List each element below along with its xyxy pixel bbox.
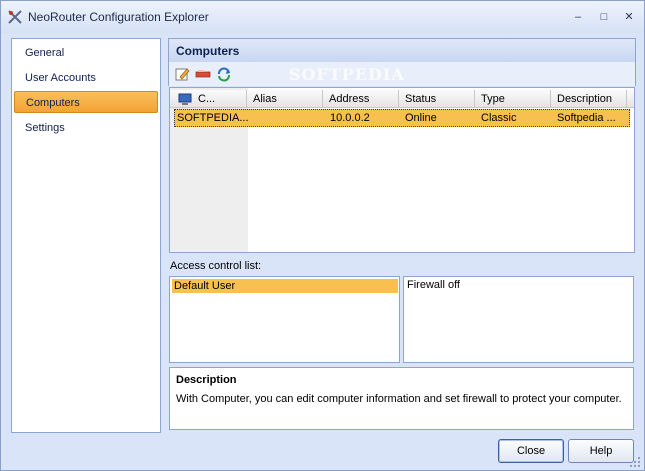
description-panel: Description With Computer, you can edit … bbox=[169, 367, 634, 430]
column-header-address[interactable]: Address bbox=[323, 90, 399, 108]
cell-type: Classic bbox=[481, 112, 517, 124]
sidebar-item-general[interactable]: General bbox=[14, 42, 158, 64]
sidebar-nav: General User Accounts Computers Settings bbox=[11, 38, 161, 433]
column-header-computer[interactable]: C... bbox=[192, 90, 247, 108]
help-button[interactable]: Help bbox=[568, 439, 634, 463]
watermark: SOFTPEDIA bbox=[289, 65, 405, 84]
sidebar-item-user-accounts[interactable]: User Accounts bbox=[14, 67, 158, 89]
title-bar[interactable]: NeoRouter Configuration Explorer – □ ✕ bbox=[1, 1, 644, 33]
minimize-icon[interactable]: – bbox=[570, 10, 586, 24]
cell-computer: SOFTPEDIA... bbox=[177, 112, 249, 124]
panel-header: Computers bbox=[168, 38, 636, 62]
cell-address: 10.0.0.2 bbox=[330, 112, 370, 124]
column-header-alias[interactable]: Alias bbox=[247, 90, 323, 108]
edit-icon[interactable] bbox=[174, 66, 190, 82]
table-row[interactable]: SOFTPEDIA... 10.0.0.2 Online Classic Sof… bbox=[174, 109, 630, 127]
toolbar: SOFTPEDIA bbox=[168, 62, 636, 86]
page-title: Computers bbox=[176, 44, 240, 58]
firewall-panel[interactable]: Firewall off bbox=[403, 276, 634, 363]
table-header: C... Alias Address Status Type Descripti… bbox=[170, 90, 634, 108]
description-title: Description bbox=[176, 374, 237, 386]
refresh-icon[interactable] bbox=[216, 66, 232, 82]
delete-icon[interactable] bbox=[195, 66, 211, 82]
sidebar-item-settings[interactable]: Settings bbox=[14, 117, 158, 139]
column-header-description[interactable]: Description bbox=[551, 90, 627, 108]
computer-icon bbox=[178, 93, 192, 105]
description-text: With Computer, you can edit computer inf… bbox=[176, 393, 622, 405]
close-icon[interactable]: ✕ bbox=[621, 10, 637, 24]
sidebar-item-computers[interactable]: Computers bbox=[14, 91, 158, 113]
acl-list[interactable]: Default User bbox=[169, 276, 400, 363]
column-header-type[interactable]: Type bbox=[475, 90, 551, 108]
firewall-status: Firewall off bbox=[407, 279, 460, 291]
app-window: NeoRouter Configuration Explorer – □ ✕ G… bbox=[0, 0, 645, 471]
cell-description: Softpedia ... bbox=[557, 112, 616, 124]
acl-label: Access control list: bbox=[170, 260, 262, 272]
cell-status: Online bbox=[405, 112, 437, 124]
close-button[interactable]: Close bbox=[498, 439, 564, 463]
computers-table: C... Alias Address Status Type Descripti… bbox=[169, 87, 635, 253]
list-item[interactable]: Default User bbox=[172, 279, 398, 293]
app-icon bbox=[8, 10, 22, 24]
column-header-status[interactable]: Status bbox=[399, 90, 475, 108]
maximize-icon[interactable]: □ bbox=[596, 10, 612, 24]
window-title: NeoRouter Configuration Explorer bbox=[28, 10, 209, 24]
resize-grip-icon[interactable] bbox=[629, 456, 641, 468]
